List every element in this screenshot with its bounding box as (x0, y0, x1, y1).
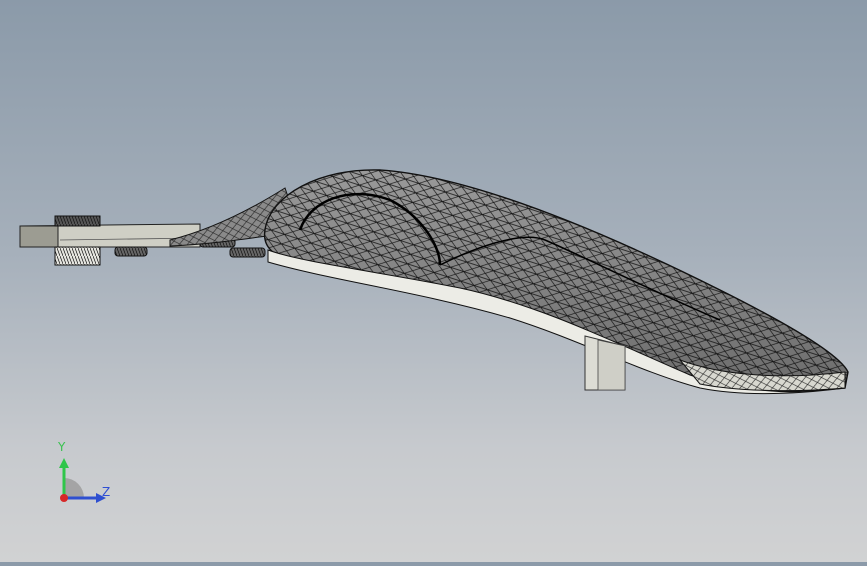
z-axis-label: Z (102, 485, 111, 499)
knurled-nut-2 (114, 246, 148, 257)
support-bracket (584, 335, 626, 391)
y-axis-label: Y (58, 440, 66, 454)
model-canvas[interactable] (0, 0, 867, 562)
spout-body (263, 169, 849, 395)
3d-viewport[interactable]: Y Z (0, 0, 867, 562)
coordinate-triad: Y Z (48, 438, 128, 518)
